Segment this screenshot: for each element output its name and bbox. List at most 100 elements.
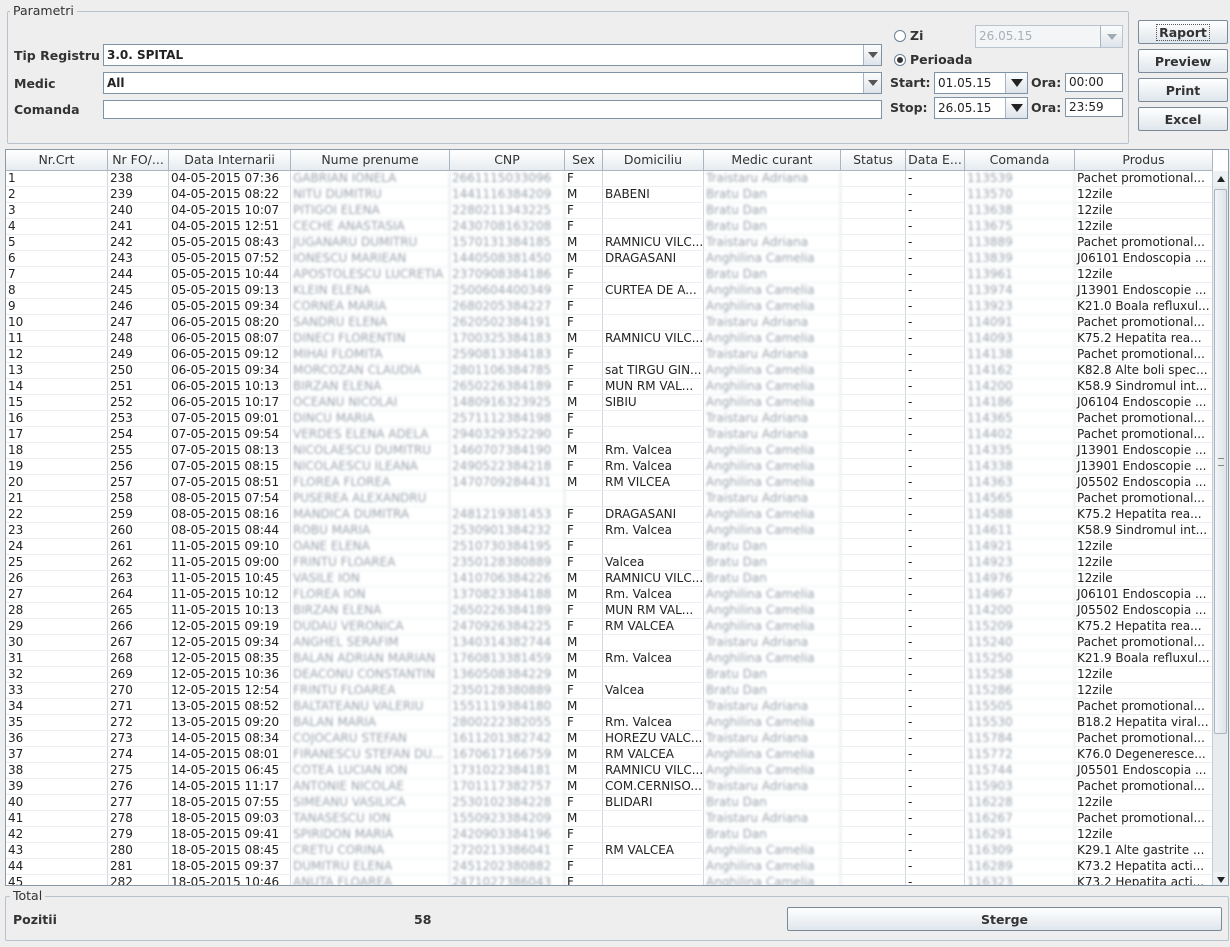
ora-stop-label: Ora:: [1031, 100, 1062, 115]
column-header[interactable]: Comanda: [965, 150, 1075, 170]
table-row[interactable]: 15 252 06-05-2015 10:17 OCEANU NICOLAI 14809…: [6, 395, 1213, 411]
table-row[interactable]: 12 249 06-05-2015 09:12 MIHAI FLOMITA 259081…: [6, 347, 1213, 363]
chevron-down-icon: [1100, 26, 1122, 47]
start-date-select[interactable]: 01.05.15: [934, 72, 1028, 94]
table-row[interactable]: 1 238 04-05-2015 07:36 GABRIAN IONELA 266111…: [6, 171, 1213, 187]
table-row[interactable]: 28 265 11-05-2015 10:13 BIRZAN ELENA 2650226…: [6, 603, 1213, 619]
table-row[interactable]: 32 269 12-05-2015 10:36 DEACONU CONSTANTIN 1…: [6, 667, 1213, 683]
excel-button[interactable]: Excel: [1138, 107, 1228, 131]
table-row[interactable]: 31 268 12-05-2015 08:35 BALAN ADRIAN MARIAN…: [6, 651, 1213, 667]
table-cell: [603, 219, 704, 235]
table-row[interactable]: 44 281 18-05-2015 09:37 DUMITRU ELENA 245120…: [6, 859, 1213, 875]
table-row[interactable]: 19 256 07-05-2015 08:15 NICOLAESCU ILEANA 24…: [6, 459, 1213, 475]
zi-radio[interactable]: Zi: [894, 28, 923, 43]
raport-button[interactable]: Raport: [1138, 20, 1228, 44]
table-cell: -: [906, 859, 965, 875]
column-header[interactable]: Medic curant: [704, 150, 841, 170]
perioada-radio[interactable]: Perioada: [894, 52, 973, 67]
registru-table[interactable]: Nr.Crt Nr FO/... Data Internarii Nume prenu…: [5, 149, 1229, 886]
table-row[interactable]: 7 244 05-05-2015 10:44 APOSTOLESCU LUCRETIA…: [6, 267, 1213, 283]
table-row[interactable]: 23 260 08-05-2015 08:44 ROBU MARIA 253090138…: [6, 523, 1213, 539]
table-row[interactable]: 8 245 05-05-2015 09:13 KLEIN ELENA 250060440…: [6, 283, 1213, 299]
table-row[interactable]: 39 276 14-05-2015 11:17 ANTONIE NICOLAE 1701…: [6, 779, 1213, 795]
table-cell: [603, 315, 704, 331]
column-header[interactable]: Sex: [565, 150, 603, 170]
sterge-button[interactable]: Sterge: [787, 907, 1222, 931]
table-row[interactable]: 11 248 06-05-2015 08:07 DINECI FLORENTIN 170…: [6, 331, 1213, 347]
table-row[interactable]: 18 255 07-05-2015 08:13 NICOLAESCU DUMITRU 1…: [6, 443, 1213, 459]
table-row[interactable]: 10 247 06-05-2015 08:20 SANDRU ELENA 2620502…: [6, 315, 1213, 331]
column-header[interactable]: Data Internarii: [169, 150, 291, 170]
table-cell: 12-05-2015 09:34: [169, 635, 291, 651]
table-row[interactable]: 37 274 14-05-2015 08:01 FIRANESCU STEFAN DU…: [6, 747, 1213, 763]
comanda-input[interactable]: [103, 100, 882, 119]
table-cell: 14-05-2015 08:34: [169, 731, 291, 747]
table-cell: IONESCU MARIEAN: [291, 251, 450, 267]
table-row[interactable]: 25 262 11-05-2015 09:00 FRINTU FLOAREA 23501…: [6, 555, 1213, 571]
vertical-scrollbar[interactable]: [1212, 171, 1228, 885]
table-body[interactable]: 1 238 04-05-2015 07:36 GABRIAN IONELA 266111…: [6, 171, 1213, 885]
table-row[interactable]: 21 258 08-05-2015 07:54 PUSEREA ALEXANDRU Tr…: [6, 491, 1213, 507]
column-header[interactable]: Nume prenume: [291, 150, 450, 170]
table-row[interactable]: 6 243 05-05-2015 07:52 IONESCU MARIEAN 14405…: [6, 251, 1213, 267]
column-header[interactable]: Nr FO/...: [108, 150, 169, 170]
table-row[interactable]: 35 272 13-05-2015 09:20 BALAN MARIA 28002223…: [6, 715, 1213, 731]
table-row[interactable]: 43 280 18-05-2015 08:45 CRETU CORINA 2720213…: [6, 843, 1213, 859]
table-cell: F: [565, 411, 603, 427]
table-row[interactable]: 16 253 07-05-2015 09:01 DINCU MARIA 25711123…: [6, 411, 1213, 427]
table-row[interactable]: 24 261 11-05-2015 09:10 OANE ELENA 251073038…: [6, 539, 1213, 555]
column-header[interactable]: CNP: [450, 150, 565, 170]
table-row[interactable]: 30 267 12-05-2015 09:34 ANGHEL SERAFIM 13403…: [6, 635, 1213, 651]
table-row[interactable]: 36 273 14-05-2015 08:34 COJOCARU STEFAN 1611…: [6, 731, 1213, 747]
table-row[interactable]: 33 270 12-05-2015 12:54 FRINTU FLOAREA 23501…: [6, 683, 1213, 699]
table-cell: 18: [6, 443, 108, 459]
chevron-down-icon[interactable]: [863, 45, 881, 65]
table-row[interactable]: 40 277 18-05-2015 07:55 SIMEANU VASILICA 253…: [6, 795, 1213, 811]
table-row[interactable]: 26 263 11-05-2015 10:45 VASILE ION 141070638…: [6, 571, 1213, 587]
table-cell: -: [906, 475, 965, 491]
table-row[interactable]: 13 250 06-05-2015 09:34 MORCOZAN CLAUDIA 280…: [6, 363, 1213, 379]
medic-select[interactable]: All: [103, 72, 882, 94]
table-row[interactable]: 45 282 18-05-2015 10:46 ANUTA FLOAREA 247102…: [6, 875, 1213, 885]
table-row[interactable]: 2 239 04-05-2015 08:22 NITU DUMITRU 14411163…: [6, 187, 1213, 203]
column-header[interactable]: Status: [841, 150, 906, 170]
table-cell: K58.9 Sindromul int...: [1075, 523, 1213, 539]
column-header[interactable]: Data E...: [906, 150, 965, 170]
chevron-down-icon[interactable]: [1005, 73, 1027, 93]
table-row[interactable]: 3 240 04-05-2015 10:07 PITIGOI ELENA 2280211…: [6, 203, 1213, 219]
column-header[interactable]: Nr.Crt: [6, 150, 108, 170]
table-row[interactable]: 5 242 05-05-2015 08:43 JUGANARU DUMITRU 1570…: [6, 235, 1213, 251]
scroll-up-icon[interactable]: [1213, 171, 1228, 186]
preview-button[interactable]: Preview: [1138, 49, 1228, 73]
ora-stop-input[interactable]: 23:59: [1065, 98, 1123, 117]
chevron-down-icon[interactable]: [863, 73, 881, 93]
tip-registru-select[interactable]: 3.0. SPITAL: [103, 44, 882, 66]
scroll-down-icon[interactable]: [1213, 872, 1228, 885]
table-row[interactable]: 42 279 18-05-2015 09:41 SPIRIDON MARIA 24209…: [6, 827, 1213, 843]
table-row[interactable]: 41 278 18-05-2015 09:03 TANASESCU ION 155092…: [6, 811, 1213, 827]
table-row[interactable]: 4 241 04-05-2015 12:51 CECHE ANASTASIA 24307…: [6, 219, 1213, 235]
table-row[interactable]: 34 271 13-05-2015 08:52 BALTATEANU VALERIU 1…: [6, 699, 1213, 715]
table-cell: [841, 235, 906, 251]
table-row[interactable]: 9 246 05-05-2015 09:34 CORNEA MARIA 26802053…: [6, 299, 1213, 315]
table-row[interactable]: 27 264 11-05-2015 10:12 FLOREA ION 137082338…: [6, 587, 1213, 603]
table-row[interactable]: 17 254 07-05-2015 09:54 VERDES ELENA ADELA 2…: [6, 427, 1213, 443]
chevron-down-icon[interactable]: [1005, 98, 1027, 118]
table-row[interactable]: 22 259 08-05-2015 08:16 MANDICA DUMITRA 2481…: [6, 507, 1213, 523]
zi-label: Zi: [910, 28, 924, 43]
column-header[interactable]: Domiciliu: [603, 150, 704, 170]
table-row[interactable]: 29 266 12-05-2015 09:19 DUDAU VERONICA 24709…: [6, 619, 1213, 635]
print-button[interactable]: Print: [1138, 78, 1228, 102]
table-row[interactable]: 20 257 07-05-2015 08:51 FLOREA FLOREA 147070…: [6, 475, 1213, 491]
table-cell: 1701117382757: [450, 779, 565, 795]
table-row[interactable]: 38 275 14-05-2015 06:45 COTEA LUCIAN ION 173…: [6, 763, 1213, 779]
column-header[interactable]: Produs: [1075, 150, 1213, 170]
ora-start-input[interactable]: 00:00: [1065, 73, 1123, 92]
table-cell: 1550923384209: [450, 811, 565, 827]
table-cell: 2801106384785: [450, 363, 565, 379]
stop-date-select[interactable]: 26.05.15: [934, 97, 1028, 119]
scroll-thumb[interactable]: [1214, 189, 1227, 734]
table-row[interactable]: 14 251 06-05-2015 10:13 BIRZAN ELENA 2650226…: [6, 379, 1213, 395]
table-cell: 115784: [965, 731, 1075, 747]
table-cell: 265: [108, 603, 169, 619]
